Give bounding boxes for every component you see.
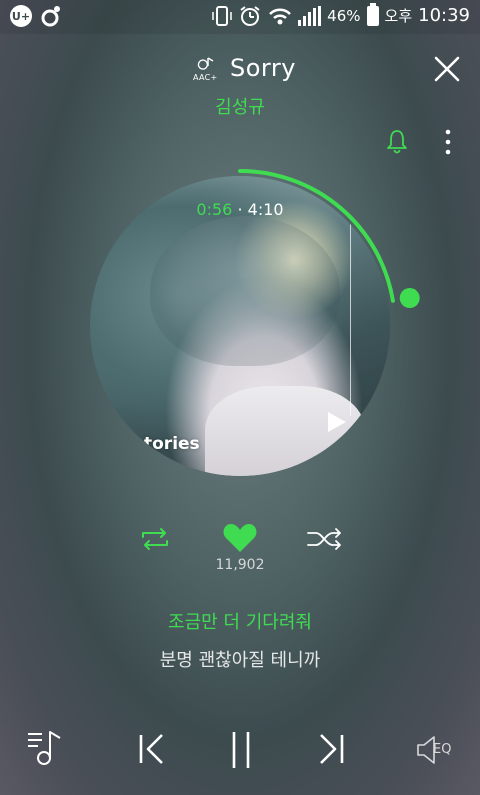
battery-percent: 46%	[327, 7, 361, 25]
music-note-icon	[197, 57, 214, 70]
aac-badge: AAC+	[193, 56, 221, 86]
shuffle-icon[interactable]	[306, 527, 344, 551]
clock-time: 10:39	[418, 5, 470, 26]
progress-knob[interactable]	[399, 288, 420, 309]
total-time: 4:10	[247, 200, 284, 219]
more-options-icon[interactable]	[440, 128, 456, 156]
status-bar: U+ 46% 오후 10:39	[0, 0, 480, 34]
signal-icon	[298, 6, 322, 26]
vibrate-icon	[212, 6, 232, 26]
music-app-icon	[41, 6, 60, 27]
current-time: 0:56	[196, 200, 233, 219]
previous-track-icon[interactable]	[138, 733, 166, 765]
repeat-icon[interactable]	[137, 527, 173, 551]
lyric-next-line[interactable]: 분명 괜찮아질 테니까	[0, 646, 480, 672]
status-bar-left: U+	[10, 5, 62, 27]
pause-icon[interactable]	[228, 730, 254, 770]
battery-icon	[366, 3, 379, 26]
status-bar-right: 46% 오후 10:39	[212, 3, 470, 27]
album-art-container[interactable]: tories	[90, 169, 420, 476]
next-track-icon[interactable]	[317, 733, 345, 765]
song-title: Sorry	[230, 54, 296, 82]
like-count: 11,902	[215, 557, 265, 573]
clock-ampm: 오후	[384, 7, 413, 25]
heart-like-icon[interactable]	[222, 522, 258, 554]
aac-label: AAC+	[193, 73, 218, 82]
u-plus-icon: U+	[10, 5, 32, 27]
eq-label[interactable]: EQ	[433, 742, 451, 757]
playlist-icon[interactable]	[26, 728, 66, 768]
progress-arc	[238, 169, 395, 303]
bell-icon[interactable]	[385, 128, 409, 154]
wifi-icon	[269, 8, 292, 25]
close-icon[interactable]	[432, 54, 462, 84]
lyric-current-line[interactable]: 조금만 더 기다려줘	[0, 608, 480, 634]
alarm-icon	[240, 6, 260, 26]
time-separator: ·	[237, 200, 243, 219]
artist-name[interactable]: 김성규	[0, 93, 480, 119]
song-header: AAC+ Sorry	[0, 52, 480, 88]
time-display: 0:56 · 4:10	[0, 200, 480, 219]
